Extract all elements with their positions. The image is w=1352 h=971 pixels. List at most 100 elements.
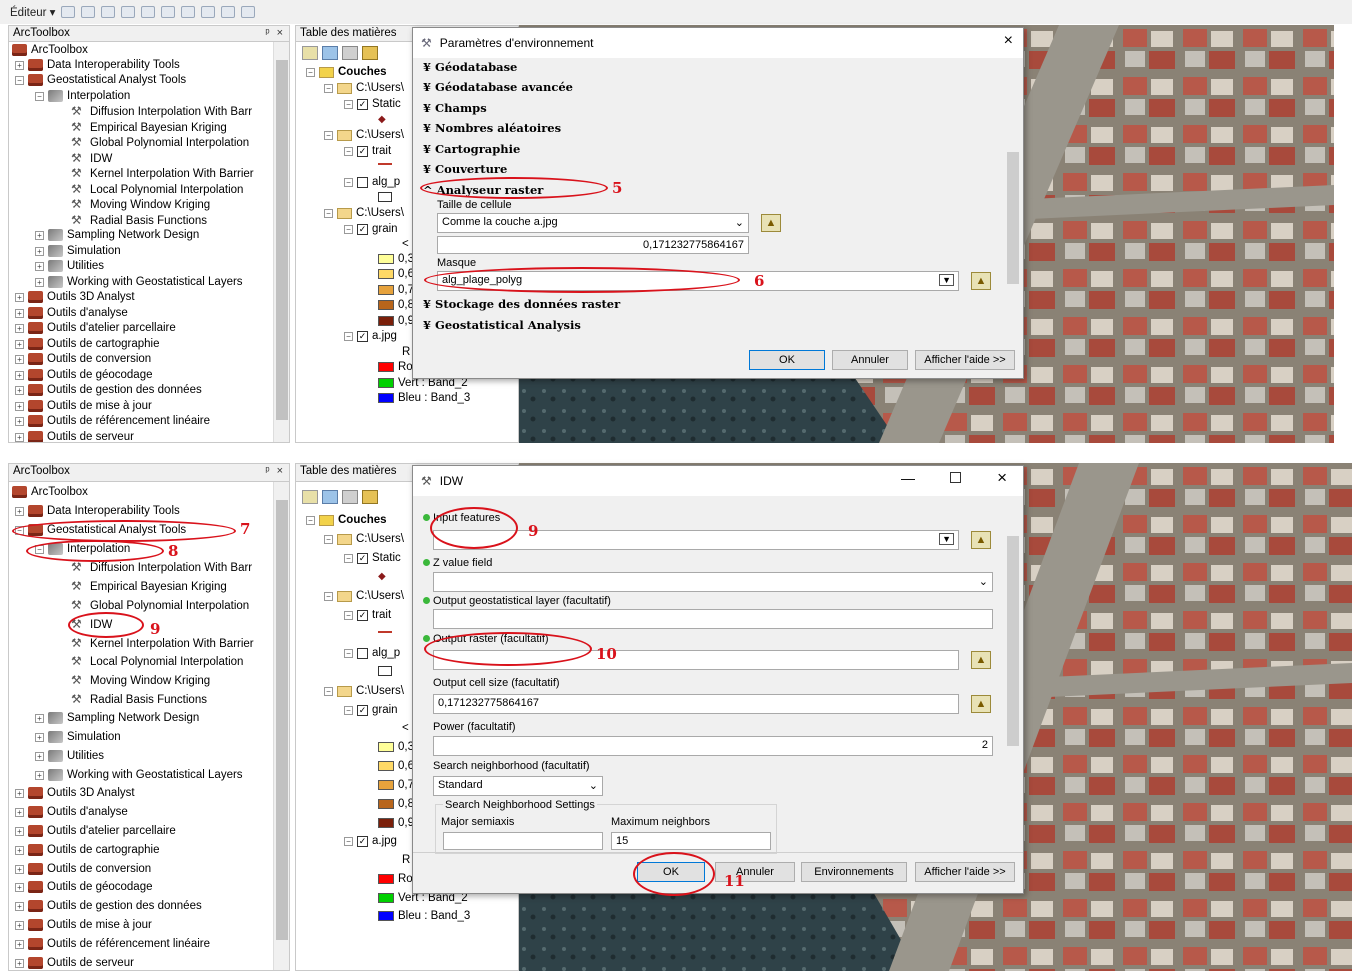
toolbox-scrollbar[interactable] [273,482,289,970]
dialog-scrollbar[interactable] [1005,66,1021,338]
tool-item[interactable]: ⚒ Moving Window Kriging [71,198,210,211]
tool-item[interactable]: ⚒ Global Polynomial Interpolation [71,599,249,612]
tree-item[interactable]: + Outils d'atelier parcellaire [15,322,176,334]
toolset-item[interactable]: + Working with Geostatistical Layers [35,276,243,288]
toc-layer[interactable]: − ✓ a.jpg [344,330,397,342]
layer-checkbox[interactable]: ✓ [357,98,368,110]
toc-layer[interactable]: − ✓ trait [344,145,391,157]
tree-item[interactable]: + Outils 3D Analyst [15,787,135,799]
toc-layer[interactable]: − alg_p [344,176,400,188]
tree-item[interactable]: + Outils de serveur [15,431,134,442]
dropdown-arrow-icon[interactable]: ▼ [939,533,954,545]
toc-layer[interactable]: − ✓ a.jpg [344,835,397,847]
help-button[interactable]: Afficher l'aide >> [915,862,1015,882]
browse-folder-icon[interactable]: ▲ [971,272,991,290]
section-nombres[interactable]: ¥ Nombres aléatoires [423,121,561,135]
dialog-scrollbar[interactable] [1005,516,1021,836]
section-geostatistical[interactable]: ¥ Geostatistical Analysis [423,318,581,332]
trace-icon[interactable] [121,6,136,18]
tree-item[interactable]: + Outils de référencement linéaire [15,415,210,427]
tool-item[interactable]: ⚒ Global Polynomial Interpolation [71,136,249,149]
cell-size-value-field[interactable]: 0,171232775864167 [437,236,749,254]
tree-item[interactable]: + Outils 3D Analyst [15,291,135,303]
tree-item[interactable]: + Outils d'atelier parcellaire [15,825,176,837]
close-icon[interactable]: × [997,468,1007,488]
toc-layer[interactable]: − ✓ grain [344,223,398,235]
rotate-icon[interactable] [181,6,196,18]
tool-item[interactable]: ⚒ Moving Window Kriging [71,674,210,687]
max-neighbors-field[interactable]: 15 [611,832,771,850]
tool-item[interactable]: ⚒ Empirical Bayesian Kriging [71,580,227,593]
tree-item[interactable]: + Outils de conversion [15,353,151,365]
tree-root[interactable]: ArcToolbox [12,486,88,498]
panel-controls[interactable]: ᵖ × [265,465,285,480]
layer-checkbox[interactable]: ✓ [357,223,368,235]
toc-folder[interactable]: − C:\Users\ [324,685,404,697]
attributes-icon[interactable] [201,6,216,18]
layer-checkbox[interactable]: ✓ [357,330,368,342]
toc-folder[interactable]: − C:\Users\ [324,533,404,545]
section-stockage[interactable]: ¥ Stockage des données raster [423,297,620,311]
tool-item[interactable]: ⚒ Diffusion Interpolation With Barr [71,561,252,574]
cancel-button[interactable]: Annuler [832,350,908,370]
list-by-drawing-order-icon[interactable] [302,46,318,60]
toolset-item[interactable]: + Sampling Network Design [35,712,199,724]
toolset-item[interactable]: + Utilities [35,750,104,762]
section-champs[interactable]: ¥ Champs [423,101,487,115]
toc-layer[interactable]: − ✓ trait [344,609,391,621]
tree-item[interactable]: + Outils de gestion des données [15,384,202,396]
section-geodatabase-avancee[interactable]: ¥ Géodatabase avancée [423,80,573,94]
layer-checkbox[interactable]: ✓ [357,835,368,847]
major-semiaxis-field[interactable] [443,832,603,850]
section-geodatabase[interactable]: ¥ Géodatabase [423,60,517,74]
browse-folder-icon[interactable]: ▲ [971,531,991,549]
power-field[interactable]: 2 [433,736,993,756]
sketch-properties-icon[interactable] [221,6,236,18]
tool-item-idw[interactable]: ⚒ IDW [71,152,112,165]
tool-item[interactable]: ⚒ Local Polynomial Interpolation [71,183,243,196]
maximize-icon[interactable] [950,472,961,483]
output-geostat-field[interactable] [433,609,993,629]
panel-controls[interactable]: ᵖ × [265,27,285,40]
list-by-source-icon[interactable] [322,46,338,60]
tree-root[interactable]: ArcToolbox [12,44,88,56]
tool-item[interactable]: ⚒ Empirical Bayesian Kriging [71,121,227,134]
toolset-item[interactable]: + Utilities [35,260,104,272]
tool-item[interactable]: ⚒ Radial Basis Functions [71,693,207,706]
list-by-selection-icon[interactable] [362,490,378,504]
section-cartographie[interactable]: ¥ Cartographie [423,142,520,156]
tree-item[interactable]: + Data Interoperability Tools [15,505,180,517]
toc-layer[interactable]: − ✓ grain [344,704,398,716]
tool-item[interactable]: ⚒ Kernel Interpolation With Barrier [71,637,254,650]
z-value-select[interactable]: ⌄ [433,572,993,592]
cell-size-select[interactable]: Comme la couche a.jpg ⌄ [437,213,749,233]
editor-menu[interactable]: Éditeur ▾ [10,5,55,19]
ok-button[interactable]: OK [749,350,825,370]
help-button[interactable]: Afficher l'aide >> [915,350,1015,370]
list-by-drawing-order-icon[interactable] [302,490,318,504]
list-by-selection-icon[interactable] [362,46,378,60]
section-couverture[interactable]: ¥ Couverture [423,162,507,176]
tree-item[interactable]: + Data Interoperability Tools [15,59,180,71]
layer-checkbox[interactable]: ✓ [357,704,368,716]
tree-item[interactable]: + Outils de géocodage [15,369,153,381]
browse-folder-icon[interactable]: ▲ [761,214,781,232]
toc-layer[interactable]: − ✓ Static [344,552,401,564]
toolset-item[interactable]: + Simulation [35,245,121,257]
layer-checkbox[interactable] [357,647,368,659]
tree-item[interactable]: + Outils de référencement linéaire [15,938,210,950]
toolset-item[interactable]: + Simulation [35,731,121,743]
editor-options-icon[interactable] [241,6,256,18]
toc-layer[interactable]: − ✓ Static [344,98,401,110]
construction-icon[interactable] [141,6,156,18]
tool-item[interactable]: ⚒ Radial Basis Functions [71,214,207,227]
tool-item[interactable]: ⚒ Local Polynomial Interpolation [71,655,243,668]
layer-checkbox[interactable]: ✓ [357,552,368,564]
toc-layer[interactable]: − alg_p [344,647,400,659]
tree-item[interactable]: + Outils de serveur [15,957,134,969]
tree-item[interactable]: + Outils d'analyse [15,806,128,818]
toc-couches[interactable]: − Couches [306,66,387,78]
tree-item[interactable]: + Outils d'analyse [15,307,128,319]
browse-folder-icon[interactable]: ▲ [971,651,991,669]
toc-folder[interactable]: − C:\Users\ [324,590,404,602]
